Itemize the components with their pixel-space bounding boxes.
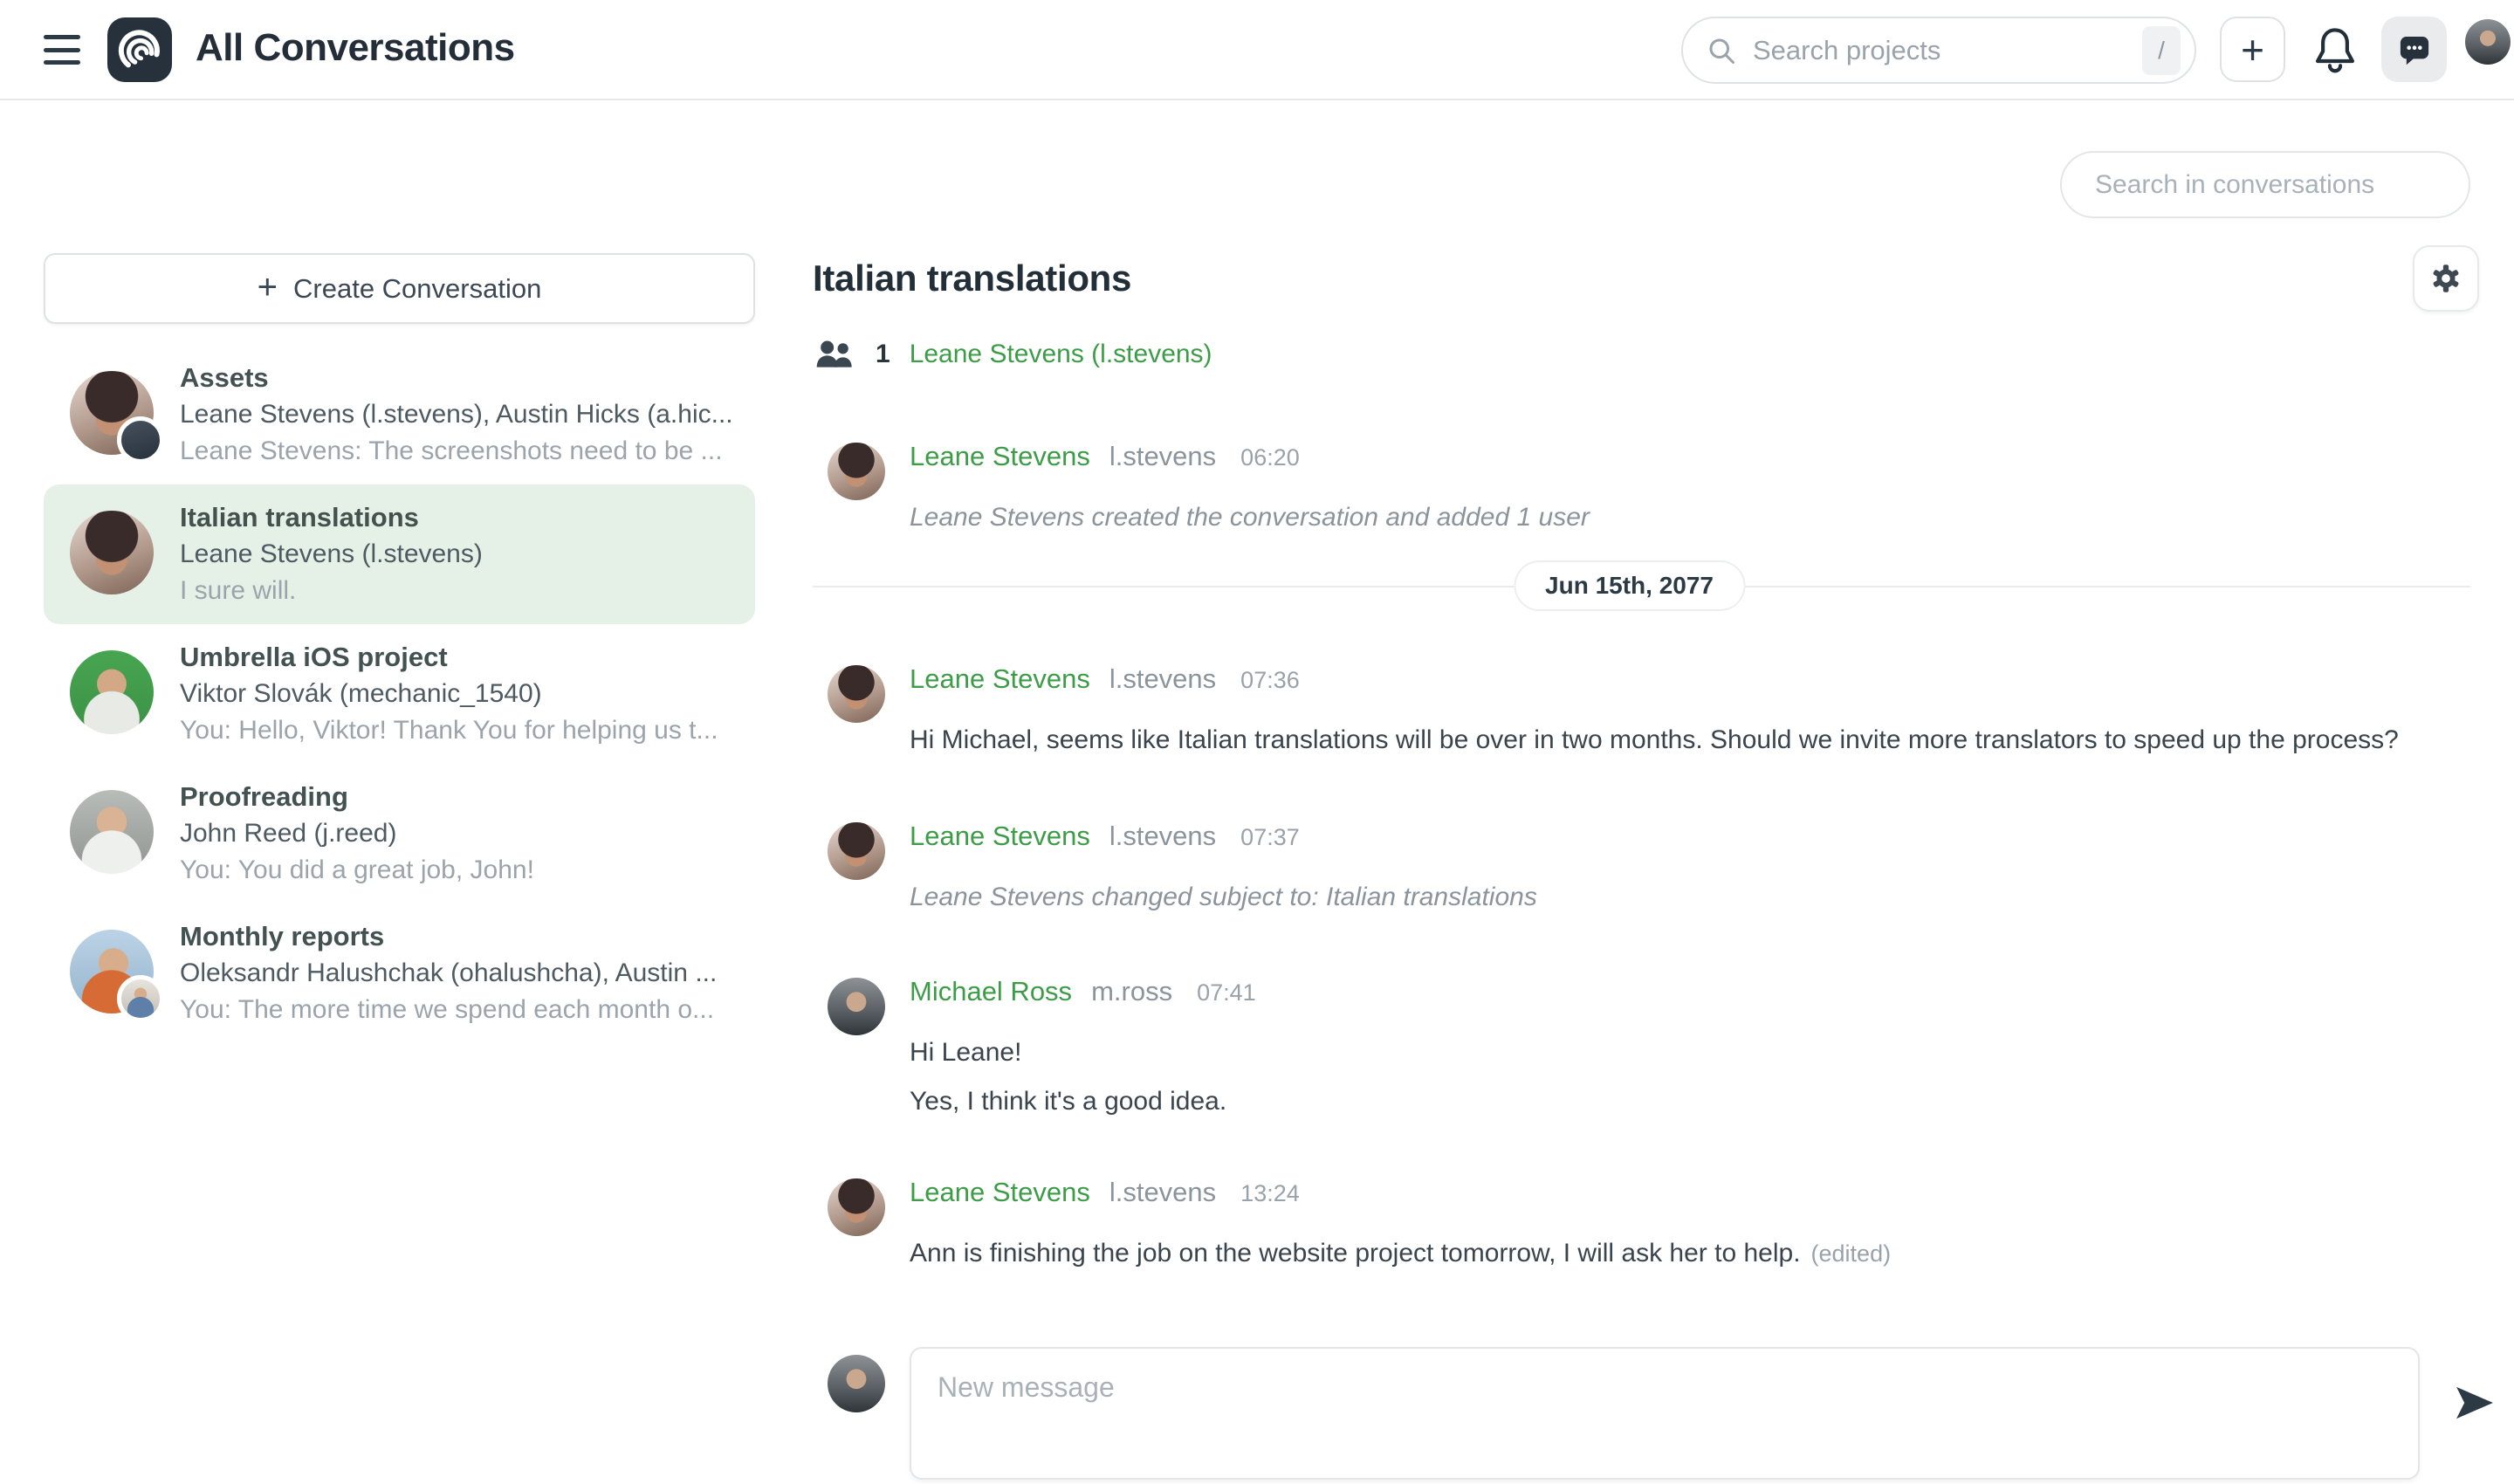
conversation-title: Umbrella iOS project [180,639,718,676]
conversations-page-button[interactable] [2381,17,2447,82]
conversation-preview: Leane Stevens: The screenshots need to b… [180,433,733,470]
participant-link[interactable]: Leane Stevens (l.stevens) [910,340,1212,369]
menu-icon[interactable] [44,35,80,65]
search-icon [1706,35,1737,66]
conversation-participants: Leane Stevens (l.stevens) [180,536,483,573]
notifications-button[interactable] [2308,21,2362,79]
conversation-item-monthly-reports[interactable]: Monthly reports Oleksandr Halushchak (oh… [44,903,755,1043]
conversation-item-assets[interactable]: Assets Leane Stevens (l.stevens), Austin… [44,345,755,484]
app-logo[interactable] [107,17,172,82]
message-username: l.stevens [1109,1177,1216,1208]
create-conversation-button[interactable]: + Create Conversation [44,253,755,324]
message-text: Ann is finishing the job on the website … [910,1239,1801,1268]
message-avatar[interactable] [828,978,885,1035]
message-username: l.stevens [1109,663,1216,695]
new-message-input[interactable] [910,1347,2420,1480]
create-conversation-label: Create Conversation [293,273,541,305]
avatar [70,790,154,874]
conversation-avatar-group [70,509,157,600]
conversation-avatar-group [70,649,157,739]
conversation-avatar-group [70,788,157,879]
avatar-secondary [117,416,164,464]
conversation-preview: You: Hello, Viktor! Thank You for helpin… [180,712,718,749]
send-message-button[interactable] [2452,1380,2497,1426]
message-author[interactable]: Leane Stevens [910,1177,1090,1208]
participants-icon [814,339,856,370]
avatar [70,650,154,734]
conversation-title: Monthly reports [180,918,717,955]
conversation-panel: Italian translations [813,100,2514,1484]
conversation-participants: John Reed (j.reed) [180,815,534,852]
message-username: l.stevens [1109,821,1216,852]
conversation-title-heading: Italian translations [813,258,1131,299]
logo-swirl-icon [117,27,162,72]
message-time: 13:24 [1240,1180,1300,1207]
message-avatar[interactable] [828,665,885,723]
edited-badge: (edited) [1811,1240,1892,1267]
projects-search-input[interactable] [1753,35,2142,66]
bell-icon [2312,25,2358,74]
message-time: 06:20 [1240,444,1300,471]
conversation-settings-button[interactable] [2413,245,2479,312]
conversation-title: Assets [180,360,733,396]
conversation-item-italian-translations[interactable]: Italian translations Leane Stevens (l.st… [44,484,755,624]
conversation-item-umbrella-ios-project[interactable]: Umbrella iOS project Viktor Slovák (mech… [44,624,755,764]
conversation-title: Italian translations [180,499,483,536]
message-avatar[interactable] [828,1178,885,1236]
create-new-button[interactable]: + [2220,17,2285,82]
page-title: All Conversations [196,26,515,70]
conversation-list: Assets Leane Stevens (l.stevens), Austin… [44,345,755,1043]
participants-count: 1 [876,340,890,369]
avatar-secondary [117,975,164,1022]
conversation-participants: Viktor Slovák (mechanic_1540) [180,676,718,712]
participants-row: 1 Leane Stevens (l.stevens) [814,339,1212,370]
message-text: Hi Michael, seems like Italian translati… [910,718,2472,762]
conversation-title: Proofreading [180,779,534,815]
system-message-text: Leane Stevens changed subject to: Italia… [910,876,2472,919]
avatar [70,511,154,594]
gear-icon [2428,260,2464,297]
message-time: 07:37 [1240,824,1300,851]
system-message-text: Leane Stevens created the conversation a… [910,496,2472,539]
conversation-participants: Leane Stevens (l.stevens), Austin Hicks … [180,396,733,433]
message-author[interactable]: Leane Stevens [910,821,1090,852]
conversation-preview: You: You did a great job, John! [180,852,534,889]
composer-user-avatar [828,1355,885,1412]
message-username: l.stevens [1109,441,1216,472]
conversation-preview: You: The more time we spend each month o… [180,992,717,1028]
message-avatar[interactable] [828,822,885,880]
conversation-item-proofreading[interactable]: Proofreading John Reed (j.reed) You: You… [44,764,755,903]
date-divider-pill: Jun 15th, 2077 [1514,560,1745,611]
conversation-avatar-group [70,369,157,460]
user-avatar[interactable] [2465,19,2511,65]
slash-shortcut-badge: / [2142,26,2181,75]
message-author[interactable]: Leane Stevens [910,663,1090,695]
projects-search[interactable]: / [1681,17,2196,84]
conversations-sidebar: + Create Conversation Assets Leane Steve… [44,253,755,1043]
conversation-participants: Oleksandr Halushchak (ohalushcha), Austi… [180,955,717,992]
app-root: All Conversations / + [0,0,2514,1484]
message-avatar[interactable] [828,443,885,500]
message-text: Yes, I think it's a good idea. [910,1080,2472,1123]
conversation-preview: I sure will. [180,573,483,609]
chat-bubble-icon [2394,30,2435,70]
top-bar: All Conversations / + [0,0,2514,100]
send-icon [2453,1385,2497,1420]
plus-icon: + [258,270,278,305]
message-time: 07:41 [1197,979,1256,1007]
message-author[interactable]: Michael Ross [910,976,1072,1007]
message-time: 07:36 [1240,667,1300,694]
plus-icon: + [2241,30,2264,70]
message-username: m.ross [1091,976,1172,1007]
message-text: Hi Leane! [910,1031,2472,1075]
message-author[interactable]: Leane Stevens [910,441,1090,472]
conversation-avatar-group [70,928,157,1019]
